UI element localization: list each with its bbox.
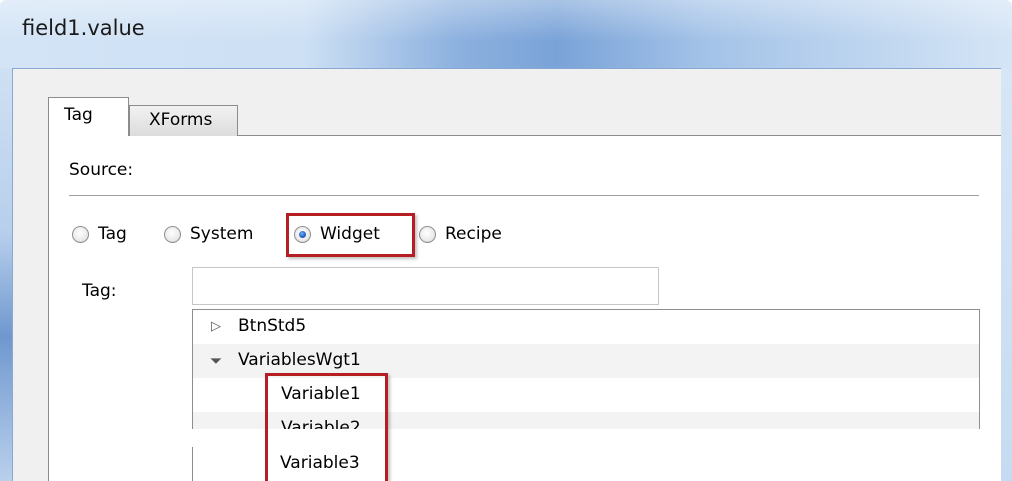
radio-system-label: System bbox=[190, 224, 254, 244]
tab-tag-label: Tag bbox=[64, 105, 93, 125]
tag-input[interactable] bbox=[192, 267, 659, 305]
radio-tag[interactable] bbox=[72, 226, 89, 243]
tab-tag[interactable]: Tag bbox=[48, 97, 129, 136]
dialog-window: field1.value Tag XForms Source: Tag Syst… bbox=[0, 0, 1012, 481]
source-label: Source: bbox=[69, 160, 134, 180]
triangle-down-icon[interactable]: ◢ bbox=[209, 352, 222, 365]
window-frame-left bbox=[0, 68, 12, 481]
radio-system[interactable] bbox=[164, 226, 181, 243]
tree-item-btnstd5[interactable]: ▷ BtnStd5 bbox=[193, 310, 979, 344]
radio-recipe[interactable] bbox=[419, 226, 436, 243]
window-title: field1.value bbox=[22, 16, 145, 40]
title-bar[interactable]: field1.value bbox=[0, 0, 1012, 68]
tab-xforms[interactable]: XForms bbox=[129, 105, 238, 136]
source-separator bbox=[69, 195, 979, 196]
radio-tag-label: Tag bbox=[98, 224, 127, 244]
dialog-client-area: Tag XForms Source: Tag System Widget Rec… bbox=[12, 68, 1001, 481]
tag-field-label: Tag: bbox=[82, 281, 117, 301]
variables-highlight-box bbox=[265, 373, 388, 481]
radio-recipe-label: Recipe bbox=[445, 224, 502, 244]
tree-item-label: VariablesWgt1 bbox=[238, 350, 361, 370]
tree-item-label: BtnStd5 bbox=[238, 316, 307, 336]
tab-panel-tag: Source: Tag System Widget Recipe Tag: ▷ … bbox=[48, 135, 1001, 481]
widget-highlight-box bbox=[286, 213, 415, 257]
window-frame-right bbox=[1000, 68, 1012, 481]
triangle-right-icon[interactable]: ▷ bbox=[211, 319, 221, 334]
tab-xforms-label: XForms bbox=[149, 110, 213, 130]
